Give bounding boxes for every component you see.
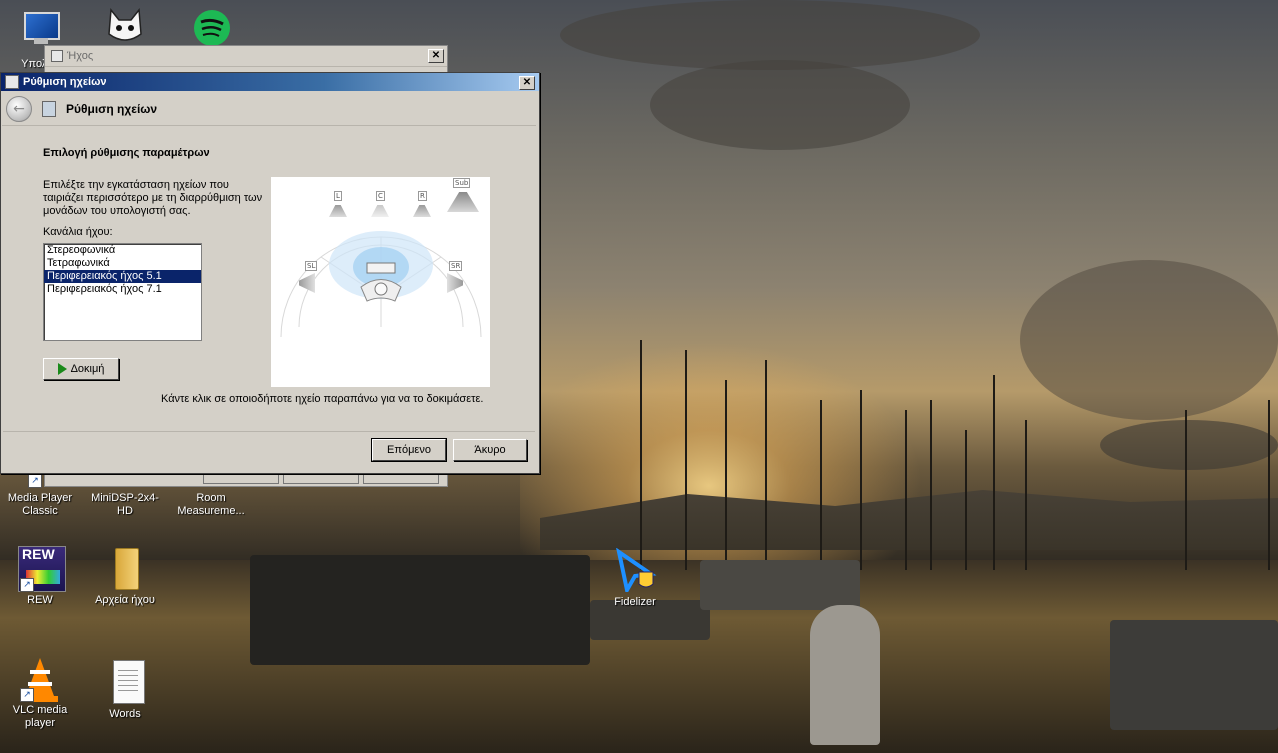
channel-option-quad[interactable]: Τετραφωνικά bbox=[44, 257, 201, 270]
folder-icon bbox=[103, 546, 147, 590]
sound-window-titlebar[interactable]: Ήχος bbox=[45, 46, 447, 67]
speaker-left-icon bbox=[329, 205, 347, 217]
cancel-button[interactable]: Άκυρο bbox=[453, 439, 527, 461]
channels-listbox[interactable]: Στερεοφωνικά Τετραφωνικά Περιφερειακός ή… bbox=[43, 243, 202, 341]
desktop-icon-label: Fidelizer bbox=[614, 596, 656, 608]
speaker-subwoofer-icon bbox=[447, 192, 479, 212]
channel-option-7-1[interactable]: Περιφερειακός ήχος 7.1 bbox=[44, 283, 201, 296]
cancel-button-label: Άκυρο bbox=[474, 444, 506, 456]
speaker-surround-left[interactable]: SL bbox=[299, 261, 321, 293]
next-button-label: Επόμενο bbox=[387, 444, 431, 456]
desktop-icon-words[interactable]: Words bbox=[90, 660, 160, 721]
next-button[interactable]: Επόμενο bbox=[371, 438, 447, 462]
back-arrow-icon[interactable]: ← bbox=[6, 96, 32, 122]
desktop-icon-vlc[interactable]: ↗ VLC media player bbox=[5, 656, 75, 730]
speaker-right-icon bbox=[413, 205, 431, 217]
speaker-setup-nav-icon bbox=[42, 101, 56, 117]
vlc-icon: ↗ bbox=[18, 656, 62, 702]
close-button[interactable]: ✕ bbox=[519, 76, 535, 90]
document-icon bbox=[103, 660, 147, 704]
fidelizer-icon bbox=[613, 547, 657, 596]
speaker-center-icon bbox=[371, 205, 389, 217]
desktop-icon-label: Room Measureme... bbox=[177, 492, 245, 517]
speaker-subwoofer-label: Sub bbox=[453, 178, 471, 188]
speaker-left[interactable]: L bbox=[327, 191, 349, 219]
sound-window-title: Ήχος bbox=[67, 50, 94, 62]
speaker-surround-right-label: SR bbox=[449, 261, 463, 271]
speaker-right-label: R bbox=[418, 191, 427, 201]
speaker-surround-left-icon bbox=[299, 273, 315, 293]
wizard-content: Επιλογή ρύθμισης παραμέτρων Επιλέξτε την… bbox=[3, 127, 535, 432]
speaker-center[interactable]: C bbox=[369, 191, 391, 219]
speaker-surround-right-icon bbox=[447, 273, 463, 293]
speaker-subwoofer[interactable]: Sub bbox=[445, 178, 481, 214]
desktop-icon-fidelizer[interactable]: Fidelizer bbox=[600, 547, 670, 609]
desktop-icon-label: VLC media player bbox=[12, 704, 68, 729]
desktop-icon-room-measurement[interactable]: Room Measureme... bbox=[176, 492, 246, 518]
speaker-surround-right[interactable]: SR bbox=[445, 261, 467, 293]
window-title: Ρύθμιση ηχείων bbox=[23, 76, 107, 88]
desktop-icon-label: REW bbox=[27, 594, 53, 606]
channels-label: Κανάλια ήχου: bbox=[43, 226, 113, 238]
speaker-center-label: C bbox=[376, 191, 385, 201]
wizard-title: Ρύθμιση ηχείων bbox=[66, 102, 158, 116]
speaker-right[interactable]: R bbox=[411, 191, 433, 219]
desktop-icon-minidsp[interactable]: MiniDSP-2x4-HD bbox=[90, 492, 160, 518]
desktop-icon-label: Words bbox=[109, 708, 141, 720]
desktop-icon-label: Media Player Classic bbox=[7, 492, 73, 517]
test-button[interactable]: Δοκιμή bbox=[43, 358, 119, 380]
speaker-diagram: L C R Sub SL SR bbox=[271, 177, 490, 387]
desktop-icon-sound-files[interactable]: Αρχεία ήχου bbox=[90, 546, 160, 607]
play-icon bbox=[57, 363, 67, 375]
test-hint-text: Κάντε κλικ σε οποιοδήποτε ηχείο παραπάνω… bbox=[161, 393, 484, 405]
speaker-surround-left-label: SL bbox=[305, 261, 318, 271]
channel-option-5-1[interactable]: Περιφερειακός ήχος 5.1 bbox=[44, 270, 201, 283]
wizard-navbar: ← Ρύθμιση ηχείων bbox=[2, 93, 536, 126]
desktop-icon-label: Αρχεία ήχου bbox=[95, 594, 155, 606]
speaker-setup-window[interactable]: Ρύθμιση ηχείων ✕ ← Ρύθμιση ηχείων Επιλογ… bbox=[0, 72, 540, 474]
speaker-setup-icon bbox=[5, 75, 19, 89]
test-button-label: Δοκιμή bbox=[70, 363, 105, 375]
desktop-icon-label: MiniDSP-2x4-HD bbox=[91, 492, 159, 517]
speaker-left-label: L bbox=[334, 191, 342, 201]
rew-icon: REW ↗ bbox=[18, 546, 66, 592]
section-heading: Επιλογή ρύθμισης παραμέτρων bbox=[43, 147, 210, 159]
speaker-setup-titlebar[interactable]: Ρύθμιση ηχείων bbox=[1, 73, 539, 91]
channel-option-stereo[interactable]: Στερεοφωνικά bbox=[44, 244, 201, 257]
speaker-icon bbox=[51, 50, 63, 62]
desktop-icon-rew[interactable]: REW ↗ REW bbox=[5, 546, 75, 607]
description-text: Επιλέξτε την εγκατάσταση ηχείων που ταιρ… bbox=[43, 179, 263, 217]
sound-window-close-button[interactable]: ✕ bbox=[428, 49, 444, 63]
